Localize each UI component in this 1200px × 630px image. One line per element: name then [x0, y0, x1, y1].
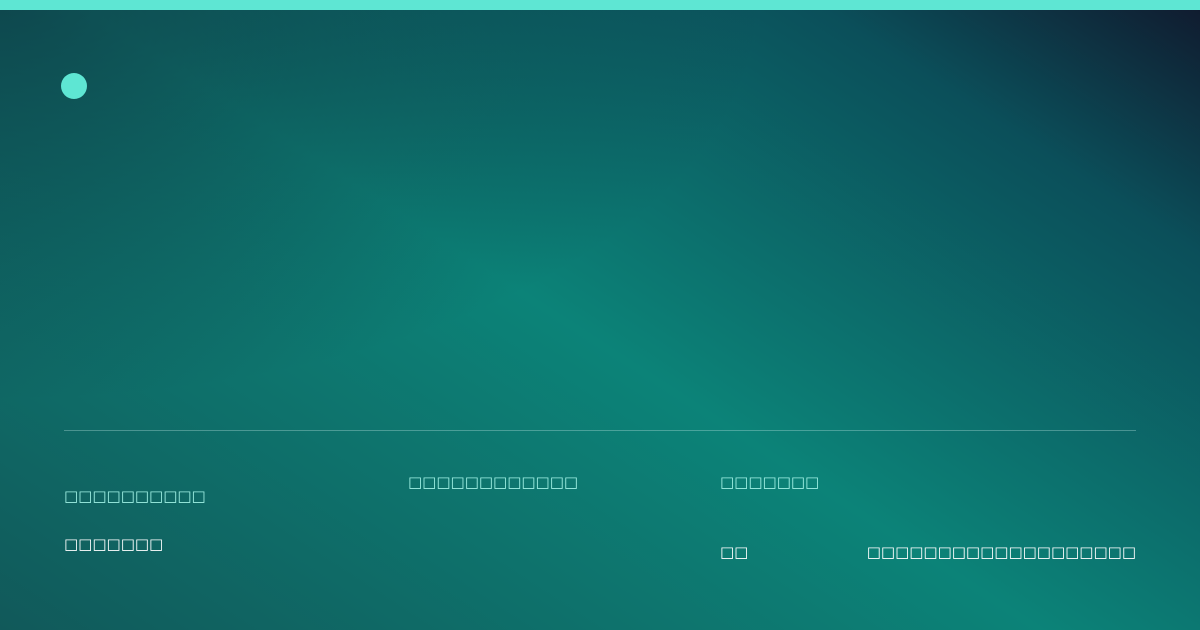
author-name: □□□□□□□□□□: [64, 487, 206, 505]
author-role: □□□□□□□: [64, 535, 164, 553]
footer-divider: [64, 430, 1136, 431]
brand-dot-icon: [61, 73, 87, 99]
reading-time-label: □□□□□□□: [720, 473, 820, 491]
publish-date: □□□□□□□□□□□□: [408, 473, 579, 491]
accent-top-bar: [0, 0, 1200, 10]
social-card: □□□□□□□□□□ □□□□□□□ □□□□□□□□□□□□ □□□□□□□ …: [0, 0, 1200, 630]
reading-time-value: □□: [720, 543, 749, 561]
site-url: □□□□□□□□□□□□□□□□□□□: [866, 543, 1136, 561]
